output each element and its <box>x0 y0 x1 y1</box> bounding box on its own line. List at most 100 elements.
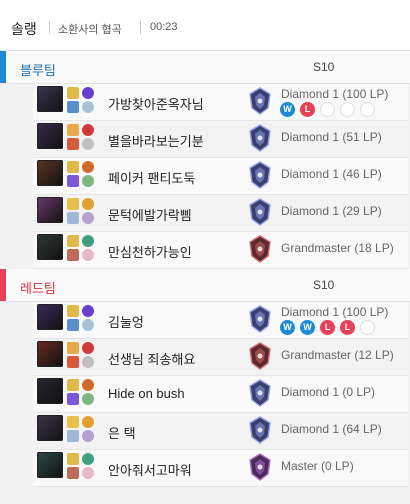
keystone-rune-icon[interactable] <box>82 198 94 210</box>
summoner-spell-icon[interactable] <box>67 453 79 465</box>
loss-badge: L <box>320 320 335 335</box>
summoner-name[interactable]: 만심천하가능인 <box>108 242 192 261</box>
rank-text: Diamond 1 (51 LP) <box>281 130 382 144</box>
secondary-rune-icon[interactable] <box>82 175 94 187</box>
empty-game-slot <box>360 320 375 335</box>
player-row[interactable]: Hide on bush Diamond 1 (0 LP) <box>33 376 408 413</box>
secondary-rune-icon[interactable] <box>82 138 94 150</box>
loss-badge: L <box>300 102 315 117</box>
win-badge: W <box>300 320 315 335</box>
summoner-name[interactable]: 별을바라보는기분 <box>108 131 204 150</box>
game-time: 00:23 <box>150 21 178 33</box>
summoner-spell-icon[interactable] <box>67 430 79 442</box>
summoner-spell-icon[interactable] <box>67 319 79 331</box>
rank-emblem-icon <box>248 453 272 481</box>
secondary-rune-icon[interactable] <box>82 393 94 405</box>
keystone-rune-icon[interactable] <box>82 124 94 136</box>
summoner-spell-icon[interactable] <box>67 393 79 405</box>
summoner-spell-icon[interactable] <box>67 342 79 354</box>
summoner-spell-icon[interactable] <box>67 138 79 150</box>
empty-game-slot <box>360 102 375 117</box>
champion-icon[interactable] <box>37 123 63 149</box>
champion-icon[interactable] <box>37 160 63 186</box>
secondary-rune-icon[interactable] <box>82 467 94 479</box>
team-header: 레드팀 S10 <box>0 269 410 302</box>
secondary-rune-icon[interactable] <box>82 430 94 442</box>
player-row[interactable]: 만심천하가능인 Grandmaster (18 LP) <box>33 232 408 269</box>
keystone-rune-icon[interactable] <box>82 342 94 354</box>
loss-badge: L <box>340 320 355 335</box>
champion-icon[interactable] <box>37 378 63 404</box>
summoner-name[interactable]: 문턱에발가락삠 <box>108 205 192 224</box>
rank-text: Grandmaster (18 LP) <box>281 241 394 255</box>
summoner-spell-icon[interactable] <box>67 416 79 428</box>
rank-emblem-icon <box>248 235 272 263</box>
summoner-spell-icon[interactable] <box>67 198 79 210</box>
keystone-rune-icon[interactable] <box>82 235 94 247</box>
summoner-spell-icon[interactable] <box>67 356 79 368</box>
keystone-rune-icon[interactable] <box>82 416 94 428</box>
champion-icon[interactable] <box>37 415 63 441</box>
rank-emblem-icon <box>248 305 272 333</box>
champion-icon[interactable] <box>37 234 63 260</box>
summoner-name[interactable]: 은 택 <box>108 423 136 442</box>
player-row[interactable]: 김눌엉 Diamond 1 (100 LP) W W L L <box>33 302 408 339</box>
team-name: 블루팀 <box>20 63 56 78</box>
keystone-rune-icon[interactable] <box>82 305 94 317</box>
summoner-spell-icon[interactable] <box>67 124 79 136</box>
summoner-name[interactable]: 가방찾아준옥자님 <box>108 94 204 113</box>
summoner-name[interactable]: Hide on bush <box>108 386 185 401</box>
secondary-rune-icon[interactable] <box>82 212 94 224</box>
secondary-rune-icon[interactable] <box>82 319 94 331</box>
secondary-rune-icon[interactable] <box>82 249 94 261</box>
summoner-name[interactable]: 김눌엉 <box>108 312 144 331</box>
game-header: 솔랭 소환사의 협곡 00:23 <box>0 0 410 51</box>
keystone-rune-icon[interactable] <box>82 161 94 173</box>
player-row[interactable]: 가방찾아준옥자님 Diamond 1 (100 LP) W L <box>33 84 408 121</box>
summoner-spell-icon[interactable] <box>67 249 79 261</box>
rank-text: Diamond 1 (29 LP) <box>281 204 382 218</box>
champion-icon[interactable] <box>37 452 63 478</box>
summoner-spell-icon[interactable] <box>67 87 79 99</box>
empty-game-slot <box>340 102 355 117</box>
rank-text: Diamond 1 (64 LP) <box>281 422 382 436</box>
summoner-name[interactable]: 안아줘서고마워 <box>108 460 192 479</box>
summoner-spell-icon[interactable] <box>67 101 79 113</box>
game-mode: 솔랭 <box>11 21 37 37</box>
champion-icon[interactable] <box>37 197 63 223</box>
divider <box>140 21 141 34</box>
keystone-rune-icon[interactable] <box>82 379 94 391</box>
champion-icon[interactable] <box>37 86 63 112</box>
keystone-rune-icon[interactable] <box>82 453 94 465</box>
summoner-name[interactable]: 선생님 죄송해요 <box>108 349 195 368</box>
rank-text: Diamond 1 (100 LP) <box>281 305 389 319</box>
summoner-spell-icon[interactable] <box>67 305 79 317</box>
summoner-name[interactable]: 페이커 팬티도둑 <box>108 168 195 187</box>
champion-icon[interactable] <box>37 304 63 330</box>
rank-emblem-icon <box>248 198 272 226</box>
rank-emblem-icon <box>248 87 272 115</box>
player-row[interactable]: 페이커 팬티도둑 Diamond 1 (46 LP) <box>33 158 408 195</box>
team-color-bar <box>0 269 6 301</box>
champion-icon[interactable] <box>37 341 63 367</box>
summoner-spell-icon[interactable] <box>67 467 79 479</box>
summoner-spell-icon[interactable] <box>67 235 79 247</box>
secondary-rune-icon[interactable] <box>82 356 94 368</box>
rank-text: Diamond 1 (46 LP) <box>281 167 382 181</box>
rank-emblem-icon <box>248 379 272 407</box>
summoner-spell-icon[interactable] <box>67 175 79 187</box>
player-row[interactable]: 선생님 죄송해요 Grandmaster (12 LP) <box>33 339 408 376</box>
secondary-rune-icon[interactable] <box>82 101 94 113</box>
player-row[interactable]: 은 택 Diamond 1 (64 LP) <box>33 413 408 450</box>
team-name: 레드팀 <box>20 281 56 296</box>
rank-text: Diamond 1 (0 LP) <box>281 385 376 399</box>
rank-emblem-icon <box>248 342 272 370</box>
summoner-spell-icon[interactable] <box>67 161 79 173</box>
rank-text: Master (0 LP) <box>281 459 354 473</box>
summoner-spell-icon[interactable] <box>67 212 79 224</box>
player-row[interactable]: 안아줘서고마워 Master (0 LP) <box>33 450 408 487</box>
player-row[interactable]: 별을바라보는기분 Diamond 1 (51 LP) <box>33 121 408 158</box>
summoner-spell-icon[interactable] <box>67 379 79 391</box>
player-row[interactable]: 문턱에발가락삠 Diamond 1 (29 LP) <box>33 195 408 232</box>
keystone-rune-icon[interactable] <box>82 87 94 99</box>
